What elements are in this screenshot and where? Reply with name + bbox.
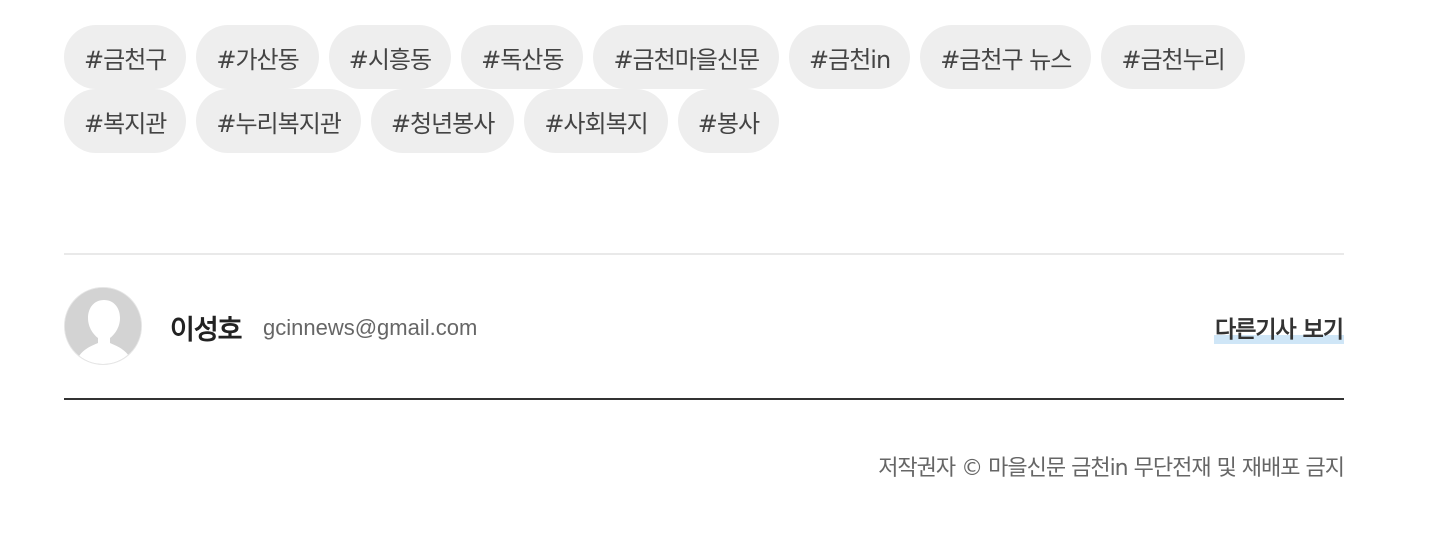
tag-link[interactable]: #청년봉사 bbox=[370, 89, 515, 153]
tag-link[interactable]: #복지관 bbox=[64, 89, 187, 153]
tag-link[interactable]: #금천마을신문 bbox=[593, 25, 780, 89]
tag-link[interactable]: #금천구 bbox=[64, 25, 187, 89]
copyright-notice: 저작권자 © 마을신문 금천in 무단전재 및 재배포 금지 bbox=[878, 456, 1345, 481]
bottom-divider bbox=[64, 398, 1344, 400]
tag-link[interactable]: #사회복지 bbox=[524, 89, 668, 153]
tag-link[interactable]: #독산동 bbox=[461, 25, 584, 89]
author-email[interactable]: gcinnews@gmail.com bbox=[263, 315, 477, 341]
tag-list: #금천구 #가산동 #시흥동 #독산동 #금천마을신문 #금천in #금천구 뉴… bbox=[64, 25, 1364, 153]
more-articles-link[interactable]: 다른기사 보기 bbox=[1214, 310, 1344, 344]
tag-link[interactable]: #금천누리 bbox=[1101, 25, 1245, 89]
tag-link[interactable]: #금천in bbox=[789, 25, 911, 89]
top-divider bbox=[64, 253, 1344, 255]
person-avatar-icon bbox=[64, 287, 142, 365]
author-info: 이성호 gcinnews@gmail.com 다른기사 보기 bbox=[64, 286, 1344, 368]
tag-link[interactable]: #가산동 bbox=[196, 25, 319, 89]
tag-link[interactable]: #시흥동 bbox=[328, 25, 452, 89]
tag-link[interactable]: #봉사 bbox=[677, 89, 780, 153]
tag-link[interactable]: #금천구 뉴스 bbox=[920, 25, 1092, 89]
author-name: 이성호 bbox=[170, 315, 243, 346]
tag-link[interactable]: #누리복지관 bbox=[196, 89, 361, 153]
